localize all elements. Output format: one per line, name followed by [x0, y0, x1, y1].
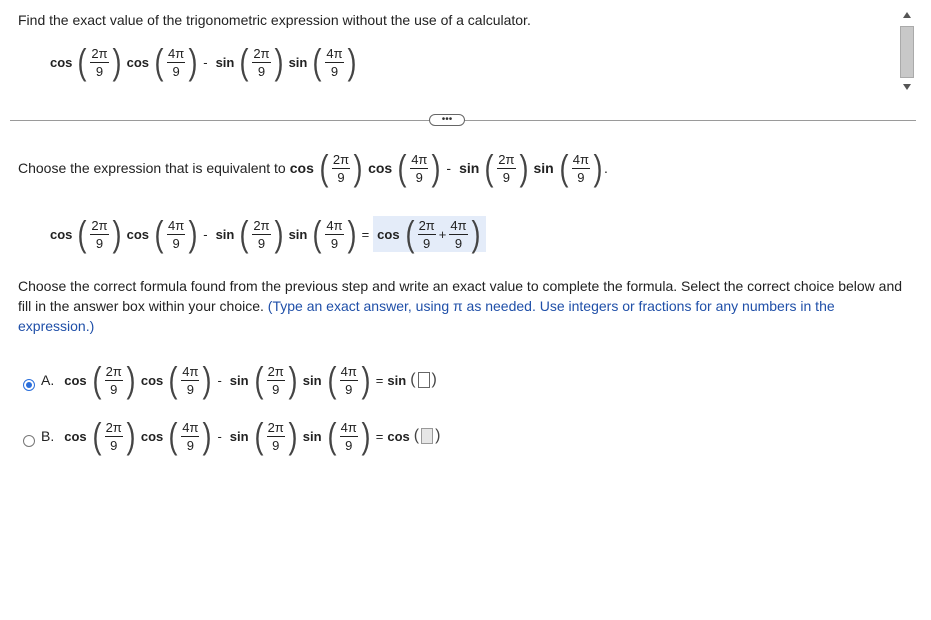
plus-sign: +	[438, 226, 447, 242]
minus-sign: -	[203, 54, 208, 70]
choice-b-radio[interactable]	[23, 435, 35, 447]
choice-a[interactable]: A. cos ( 2π 9 ) cos ( 4π 9 ) - sin ( 2π 9 )…	[41, 362, 437, 398]
scrollbar-thumb[interactable]	[900, 26, 914, 78]
vertical-scrollbar[interactable]	[898, 8, 915, 94]
choice-a-answer-box[interactable]	[417, 372, 430, 388]
func-cos-2: cos	[126, 54, 150, 70]
selected-answer-dropdown[interactable]: cos ( 2π 9 + 4π 9 )	[373, 216, 486, 252]
fraction-2pi-9: 2π 9	[252, 45, 271, 79]
choice-b-letter: B.	[41, 428, 55, 444]
choice-a-result-func: sin	[387, 372, 407, 388]
fraction-2pi-9: 2π 9	[90, 45, 109, 79]
choice-b-result-func: cos	[387, 428, 410, 444]
step2-instructions: Choose the correct formula found from th…	[18, 276, 913, 336]
more-button[interactable]: •••	[429, 114, 465, 126]
choice-a-radio[interactable]	[23, 379, 35, 391]
fraction-4pi-9: 4π 9	[325, 45, 344, 79]
func-cos-1: cos	[50, 54, 73, 70]
step1-row: Choose the expression that is equivalent…	[18, 147, 608, 188]
choice-b[interactable]: B. cos ( 2π 9 ) cos ( 4π 9 ) - sin ( 2π 9 )…	[41, 418, 440, 454]
func-cos-1: cos	[289, 160, 314, 176]
step1-prompt: Choose the expression that is equivalent…	[18, 160, 286, 176]
scroll-down-arrow-icon[interactable]	[903, 84, 911, 90]
equals-sign: =	[361, 226, 370, 242]
result-func-cos: cos	[377, 226, 400, 242]
question-expression: cos ( 2π 9 ) cos ( 4π 9 ) - sin ( 2π 9 ) si…	[50, 41, 357, 82]
choice-a-letter: A.	[41, 372, 55, 388]
func-sin-2: sin	[288, 54, 308, 70]
question-prompt: Find the exact value of the trigonometri…	[18, 12, 531, 28]
func-sin-1: sin	[215, 54, 235, 70]
step1-period: .	[603, 160, 608, 176]
fraction-4pi-9: 4π 9	[167, 45, 186, 79]
choice-b-answer-box[interactable]	[421, 428, 434, 444]
step1-answer-row: cos ( 2π 9 ) cos ( 4π 9 ) - sin ( 2π 9 ) si…	[46, 216, 486, 252]
scroll-up-arrow-icon[interactable]	[903, 12, 911, 18]
